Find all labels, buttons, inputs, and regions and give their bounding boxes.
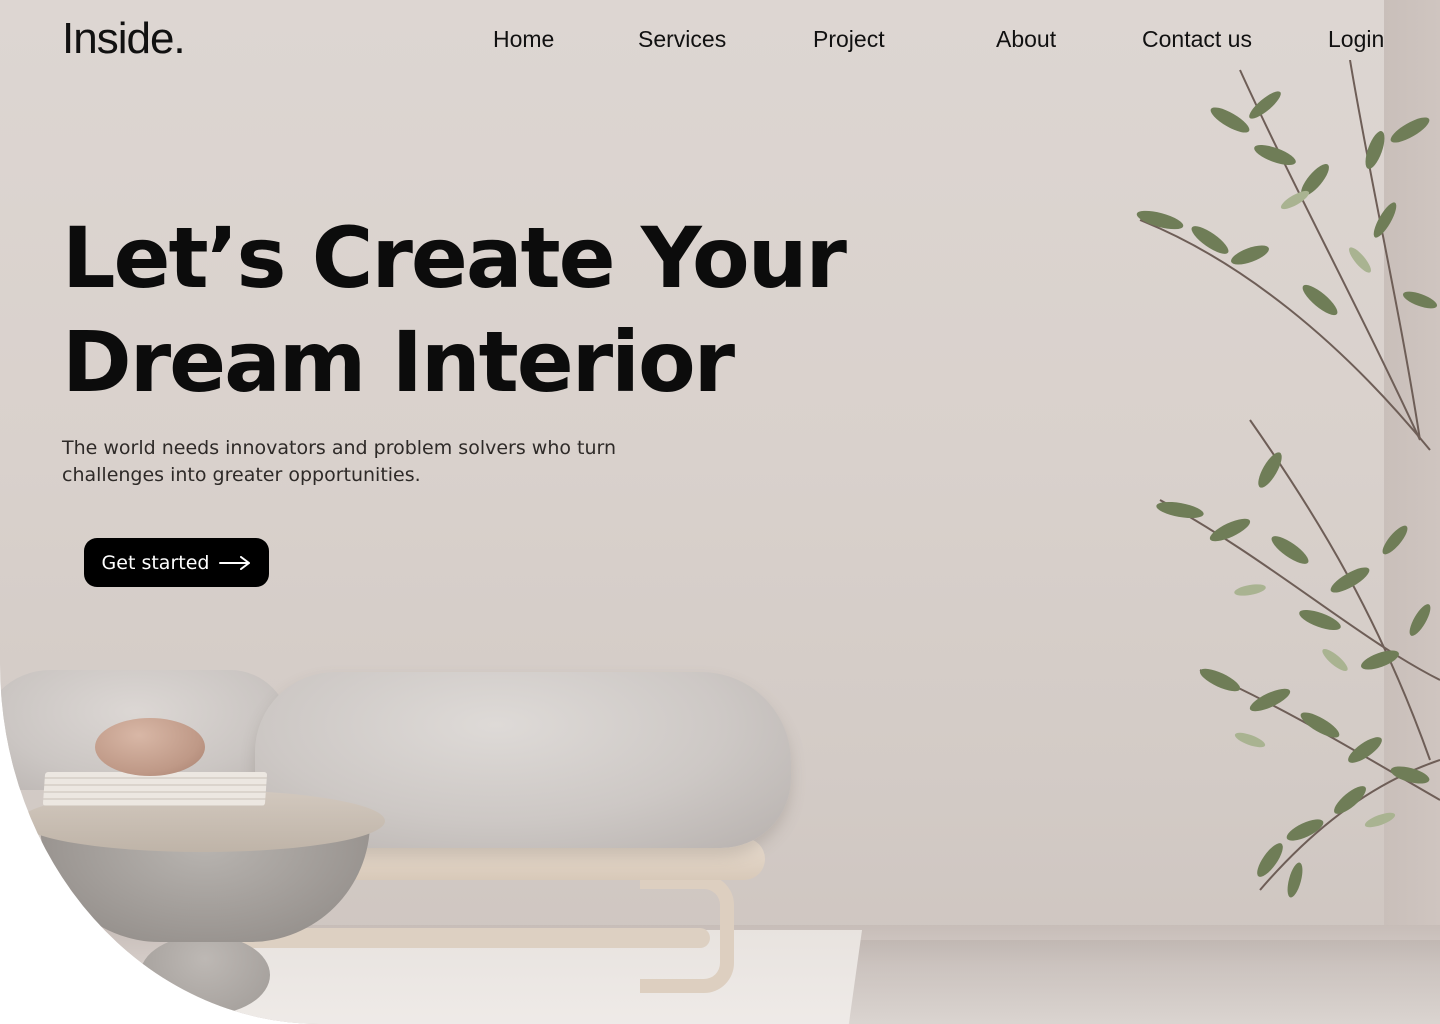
hero-background: [0, 0, 1440, 1024]
logo[interactable]: Inside.: [62, 14, 186, 64]
floor-shadow: [850, 940, 1440, 1024]
decor-stone: [95, 718, 205, 776]
headline-line-2: Dream Interior: [62, 313, 735, 411]
side-table-foot: [140, 935, 270, 1015]
login-link[interactable]: Login: [1328, 26, 1384, 53]
hero-headline: Let’s Create Your Dream Interior: [62, 206, 847, 414]
headline-line-1: Let’s Create Your: [62, 209, 847, 307]
plant-illustration: [1136, 60, 1440, 898]
nav-link-about[interactable]: About: [996, 26, 1056, 53]
nav-link-project[interactable]: Project: [813, 26, 885, 53]
nav-link-services[interactable]: Services: [638, 26, 726, 53]
get-started-label: Get started: [101, 551, 210, 574]
sofa-leg: [640, 875, 734, 993]
nav-link-contact[interactable]: Contact us: [1142, 26, 1252, 53]
arrow-right-icon: [219, 555, 251, 570]
hero-subtext: The world needs innovators and problem s…: [62, 437, 617, 486]
nav-link-home[interactable]: Home: [493, 26, 554, 53]
get-started-button[interactable]: Get started: [84, 538, 269, 587]
book-stack: [42, 772, 268, 806]
